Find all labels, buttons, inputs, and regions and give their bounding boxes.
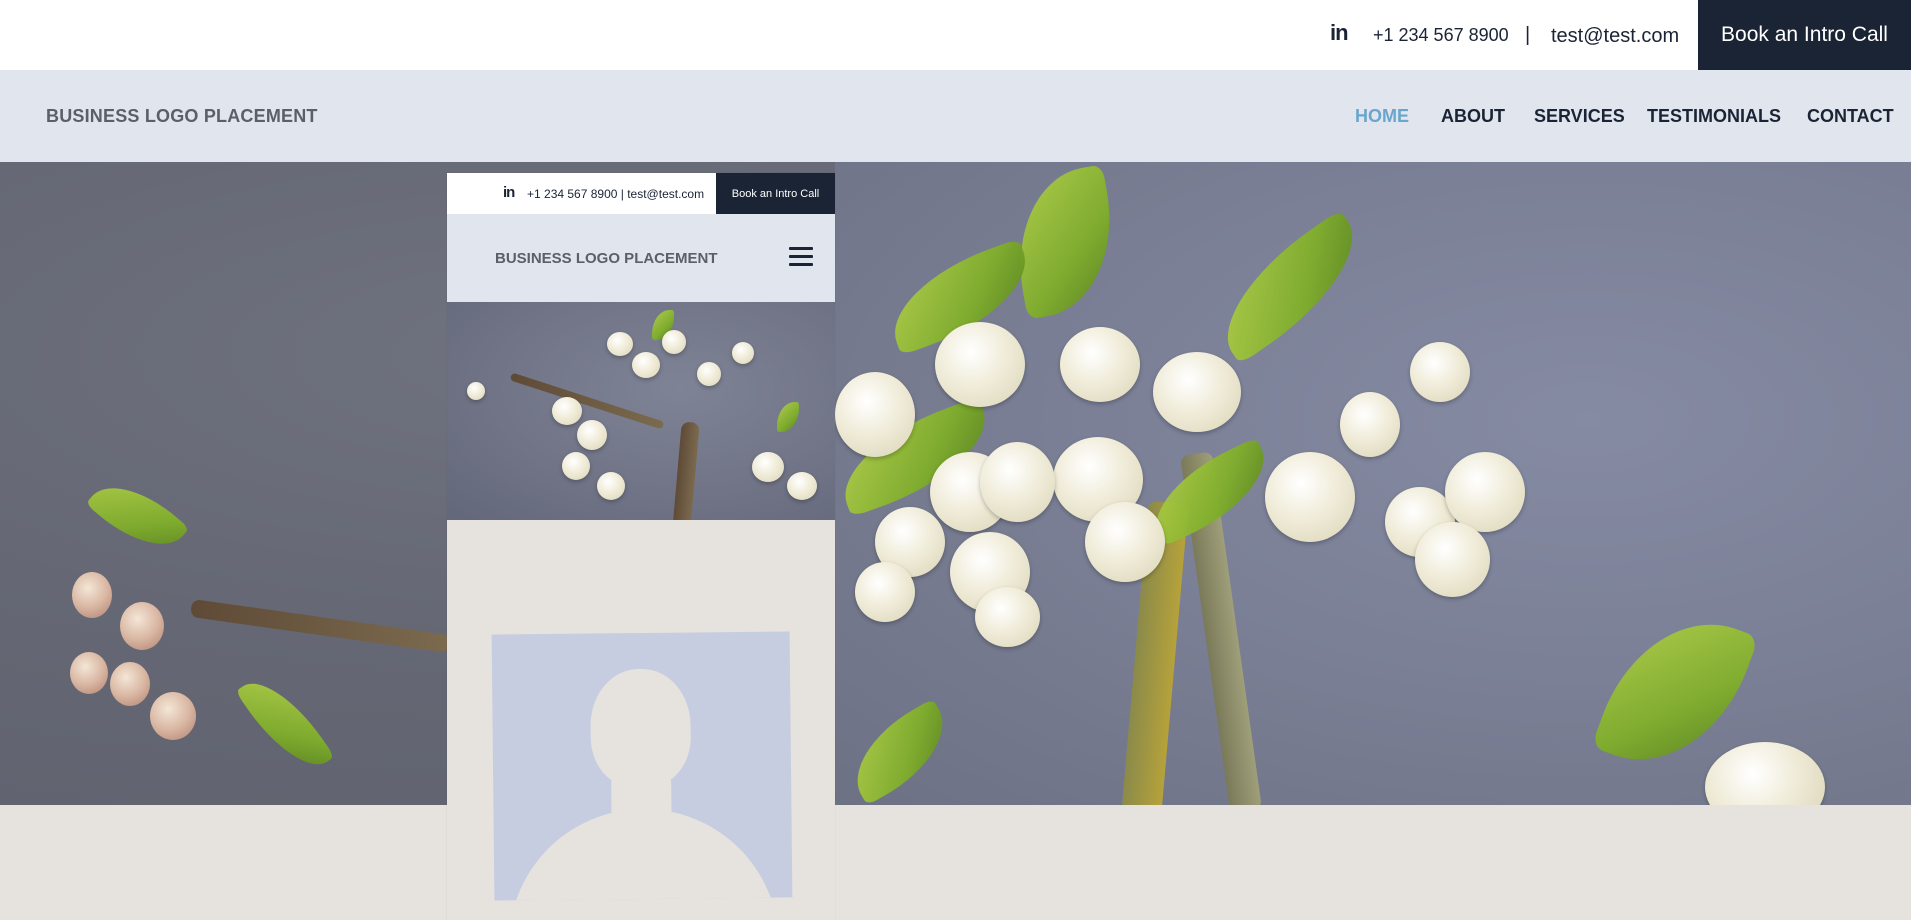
nav-contact[interactable]: CONTACT — [1807, 106, 1894, 127]
blossom-15 — [1415, 522, 1490, 597]
mobile-linkedin-icon[interactable]: in — [503, 184, 515, 201]
nav-services[interactable]: SERVICES — [1534, 106, 1625, 127]
avatar-head — [589, 668, 692, 788]
mobile-preview: in +1 234 567 8900 | test@test.com Book … — [447, 173, 835, 920]
bud-left-5 — [150, 692, 196, 740]
book-intro-call-button[interactable]: Book an Intro Call — [1698, 0, 1911, 70]
mobile-contact-bar: in +1 234 567 8900 | test@test.com Book … — [447, 173, 835, 214]
main-navbar: BUSINESS LOGO PLACEMENT HOME ABOUT SERVI… — [0, 70, 1911, 162]
mobile-business-logo[interactable]: BUSINESS LOGO PLACEMENT — [495, 250, 718, 267]
mobile-blossom-1 — [607, 332, 633, 356]
leaf-left-1 — [85, 467, 190, 565]
blossom-16 — [975, 587, 1040, 647]
leaf-lower-left — [837, 698, 963, 805]
blossom-1 — [935, 322, 1025, 407]
mobile-blossom-4 — [697, 362, 721, 386]
bud-left-4 — [110, 662, 150, 706]
hamburger-icon[interactable] — [789, 247, 813, 267]
mobile-blossom-9 — [597, 472, 625, 500]
bud-left-1 — [72, 572, 112, 618]
mobile-blossom-11 — [787, 472, 817, 500]
business-logo[interactable]: BUSINESS LOGO PLACEMENT — [46, 106, 318, 127]
nav-about[interactable]: ABOUT — [1441, 106, 1505, 127]
nav-home[interactable]: HOME — [1355, 106, 1409, 127]
blossom-17 — [855, 562, 915, 622]
leaf-upper-right — [1200, 209, 1380, 365]
hero-blossom-image — [0, 162, 1911, 805]
mobile-contact-line: +1 234 567 8900 | test@test.com — [527, 187, 705, 201]
mobile-book-intro-call-button[interactable]: Book an Intro Call — [716, 173, 835, 214]
bud-left-3 — [70, 652, 108, 694]
mobile-blossom-3 — [662, 330, 686, 354]
mobile-blossom-8 — [562, 452, 590, 480]
mobile-blossom-10 — [752, 452, 784, 482]
top-contact-bar: in +1 234 567 8900 | test@test.com Book … — [0, 0, 1911, 70]
mobile-branch — [672, 421, 700, 520]
blossom-8 — [1265, 452, 1355, 542]
mobile-navbar: BUSINESS LOGO PLACEMENT — [447, 214, 835, 302]
hero-right-panel — [827, 162, 1911, 805]
blossom-12 — [1085, 502, 1165, 582]
about-section-band — [0, 805, 1911, 920]
phone-number[interactable]: +1 234 567 8900 — [1373, 25, 1509, 46]
mobile-blossom-6 — [552, 397, 582, 425]
mobile-blossom-5 — [732, 342, 754, 364]
mobile-hero-image — [447, 302, 835, 520]
bud-left-2 — [120, 602, 164, 650]
blossom-7 — [980, 442, 1055, 522]
linkedin-icon[interactable]: in — [1330, 20, 1349, 46]
email-address[interactable]: test@test.com — [1551, 25, 1679, 48]
blossom-3 — [1153, 352, 1241, 432]
branch-left — [190, 598, 450, 654]
nav-testimonials[interactable]: TESTIMONIALS — [1647, 106, 1781, 127]
person-silhouette-icon — [491, 631, 793, 901]
mobile-blossom-7 — [577, 420, 607, 450]
mobile-blossom-12 — [467, 382, 485, 400]
mobile-leaf-2 — [777, 402, 799, 432]
blossom-14 — [1445, 452, 1525, 532]
avatar-shoulders — [507, 807, 780, 901]
blossom-2 — [1060, 327, 1140, 402]
mobile-blossom-2 — [632, 352, 660, 378]
blossom-4 — [835, 372, 915, 457]
leaf-top — [1003, 164, 1127, 320]
blossom-18 — [1410, 342, 1470, 402]
blossom-corner — [1705, 742, 1825, 805]
contact-separator: | — [1525, 24, 1531, 46]
blossom-9 — [1340, 392, 1400, 457]
leaf-left-2 — [235, 666, 335, 782]
